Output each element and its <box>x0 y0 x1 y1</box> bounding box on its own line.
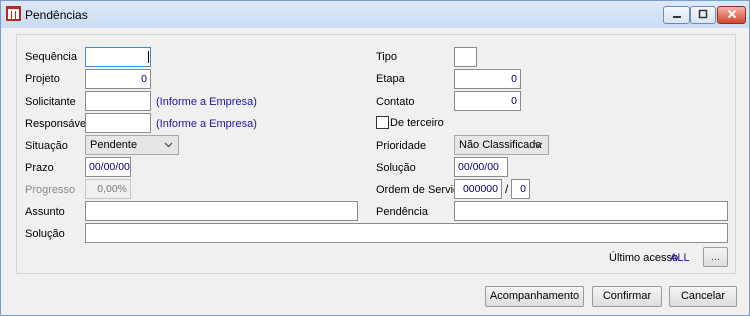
ultimo-acesso-browse-button[interactable]: ... <box>703 247 728 267</box>
situacao-value: Pendente <box>90 139 138 151</box>
ultimo-acesso-value: ALL <box>670 252 690 264</box>
minimize-button[interactable] <box>663 6 690 24</box>
pendencia-input[interactable] <box>454 201 728 221</box>
etapa-label: Etapa <box>376 73 405 85</box>
minimize-icon <box>664 8 689 24</box>
acompanhamento-button[interactable]: Acompanhamento <box>485 286 584 307</box>
assunto-input[interactable] <box>85 201 358 221</box>
ordem-servico-input[interactable]: 000000 <box>454 179 502 199</box>
ordem-servico-separator: / <box>505 182 509 196</box>
progresso-label: Progresso <box>25 184 76 196</box>
solucao-label: Solução <box>25 228 65 240</box>
pendencia-label: Pendência <box>376 206 428 218</box>
responsavel-empresa-link[interactable]: (Informe a Empresa) <box>156 118 257 131</box>
tipo-input[interactable] <box>454 47 477 67</box>
situacao-label: Situação <box>25 140 68 152</box>
prioridade-select[interactable]: Não Classificada <box>454 135 549 155</box>
contato-input[interactable]: 0 <box>454 91 521 111</box>
ultimo-acesso-label: Último acesso <box>609 252 679 264</box>
window-title: Pendências <box>25 8 88 22</box>
title-bar[interactable]: Pendências <box>1 1 749 28</box>
de-terceiro-checkbox[interactable] <box>376 116 389 129</box>
sequencia-input[interactable] <box>85 47 151 67</box>
cancelar-button[interactable]: Cancelar <box>669 286 737 307</box>
close-icon <box>718 8 745 24</box>
prazo-input[interactable]: 00/00/00 <box>85 157 131 177</box>
responsavel-label: Responsável <box>25 118 89 130</box>
confirmar-button[interactable]: Confirmar <box>592 286 662 307</box>
assunto-label: Assunto <box>25 206 65 218</box>
solicitante-empresa-link[interactable]: (Informe a Empresa) <box>156 96 257 109</box>
ordem-servico-item-input[interactable]: 0 <box>511 179 530 199</box>
tipo-label: Tipo <box>376 51 397 63</box>
maximize-button[interactable] <box>690 6 716 24</box>
responsavel-input[interactable] <box>85 113 151 133</box>
contato-label: Contato <box>376 96 415 108</box>
solicitante-input[interactable] <box>85 91 151 111</box>
prioridade-label: Prioridade <box>376 140 427 152</box>
etapa-input[interactable]: 0 <box>454 69 521 89</box>
pendencias-window: Pendências Sequência Projeto 0 Solicitan… <box>0 0 750 316</box>
prioridade-value: Não Classificada <box>459 139 542 151</box>
solucao-input[interactable] <box>85 223 728 243</box>
situacao-select[interactable]: Pendente <box>85 135 179 155</box>
text-cursor <box>148 51 149 63</box>
prazo-label: Prazo <box>25 162 54 174</box>
maximize-icon <box>691 8 715 24</box>
solucao-date-label: Solução <box>376 162 416 174</box>
ordem-servico-label: Ordem de Serviço <box>376 184 465 196</box>
chevron-down-icon <box>164 136 173 161</box>
app-logo-icon <box>6 6 21 21</box>
solucao-date-input[interactable]: 00/00/00 <box>454 157 508 177</box>
projeto-label: Projeto <box>25 73 60 85</box>
de-terceiro-label[interactable]: De terceiro <box>390 117 444 130</box>
projeto-input[interactable]: 0 <box>85 69 151 89</box>
chevron-down-icon <box>534 136 543 161</box>
progresso-input: 0,00% <box>85 179 131 199</box>
solicitante-label: Solicitante <box>25 96 76 108</box>
close-button[interactable] <box>717 6 746 24</box>
sequencia-label: Sequência <box>25 51 77 63</box>
